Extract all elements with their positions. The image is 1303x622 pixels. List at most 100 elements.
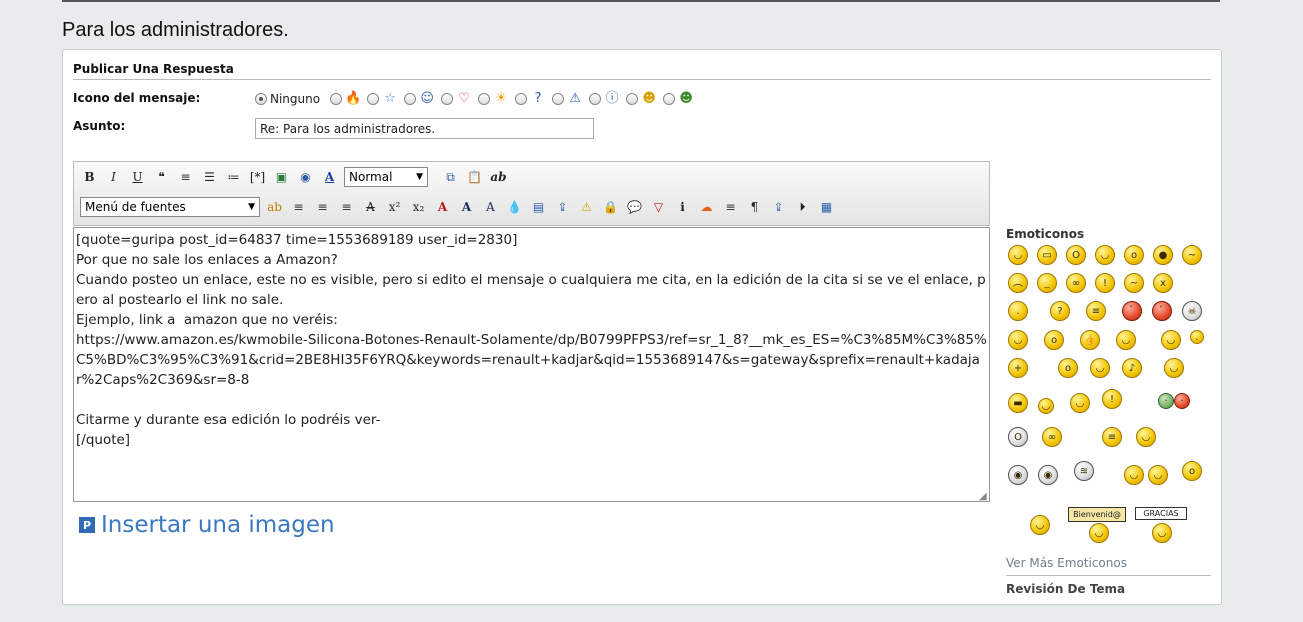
embarrassed-emoticon[interactable]: · [1174,393,1190,409]
play-icon[interactable]: ⏵ [793,198,812,217]
walk-emoticon[interactable]: ◡ [1030,515,1050,535]
thanks-face-emoticon[interactable]: ◡ [1152,523,1172,543]
info-block-icon[interactable]: ℹ [673,198,692,217]
radio-grin[interactable] [663,93,676,105]
icon-option-question[interactable]: ? [515,91,546,107]
speech-bubble-icon[interactable]: 💬 [625,198,644,217]
group-two-emoticon[interactable]: ◡ [1148,465,1168,485]
superscript-icon[interactable]: x² [385,198,404,217]
paragraph-icon[interactable]: ¶ [745,198,764,217]
paste-icon[interactable]: 📋 [465,168,484,187]
ok-emoticon[interactable]: ◡ [1136,427,1156,447]
angry-emoticon[interactable]: ﾞ [1152,301,1172,321]
radio-heart[interactable] [441,93,454,105]
review-topic-heading[interactable]: Revisión De Tema [1006,582,1125,596]
radio-wink[interactable] [626,93,639,105]
justify-icon[interactable]: ≡ [721,198,740,217]
rolleyes-emoticon[interactable]: ∞ [1066,273,1086,293]
lock-icon[interactable]: 🔒 [601,198,620,217]
whistle-emoticon[interactable]: o [1044,330,1064,350]
bold-button[interactable]: B [80,168,99,187]
icon-option-warning[interactable]: ⚠ [552,91,583,107]
underline-button[interactable]: U [128,168,147,187]
player-one-emoticon[interactable]: ◉ [1008,465,1028,485]
cheer-emoticon[interactable]: ◡ [1164,358,1184,378]
radio-none[interactable] [255,93,267,105]
upload-icon[interactable]: ⇪ [553,198,572,217]
gradient-icon[interactable]: ▤ [529,198,548,217]
icon-option-none[interactable]: Ninguno [255,92,324,106]
highlight-icon[interactable]: ab [265,198,284,217]
radio-warning[interactable] [552,93,565,105]
sad-emoticon[interactable]: ︵ [1008,273,1028,293]
image-icon[interactable]: ▣ [272,168,291,187]
bullet-list-icon[interactable]: ☰ [200,168,219,187]
blush-emoticon[interactable]: ◡ [1038,398,1054,414]
cool-emoticon[interactable]: ▬ [1008,393,1028,413]
look-emoticon[interactable]: o [1182,461,1202,481]
group-emoticon[interactable]: ◡ [1124,465,1144,485]
icon-option-sun[interactable]: ☀ [478,91,509,107]
more-emoticons-link[interactable]: Ver Más Emoticonos [1006,556,1127,570]
blah-emoticon[interactable]: ≡ [1086,301,1106,321]
mad-emoticon[interactable]: ﾞ [1122,301,1142,321]
think-emoticon[interactable]: ? [1050,301,1070,321]
laugh-emoticon[interactable]: O [1066,245,1086,265]
radio-fire[interactable] [330,93,343,105]
cry-emoticon[interactable]: ~ [1124,273,1144,293]
icon-option-wink[interactable]: ☻ [626,91,657,107]
welcome-sign-emoticon[interactable]: Bienvenid@ [1068,507,1126,522]
fan-emoticon[interactable]: ≋ [1074,461,1094,481]
font-menu-select[interactable]: Menú de fuentes ▼ [80,197,260,217]
read-emoticon[interactable]: ≡ [1102,427,1122,447]
radio-question[interactable] [515,93,528,105]
insert-image-link[interactable]: P Insertar una imagen [79,512,335,538]
align-center-icon[interactable]: ≡ [313,198,332,217]
dance-emoticon[interactable]: ◡ [1070,393,1090,413]
grin-emoticon[interactable]: ▭ [1037,245,1057,265]
shocked-emoticon[interactable]: ● [1153,245,1173,265]
resize-handle-icon[interactable]: ◢ [979,492,989,502]
code-icon[interactable]: ≡ [176,168,195,187]
font-shadow-icon[interactable]: A [481,198,500,217]
happy-emoticon[interactable]: ◡ [1095,245,1115,265]
smile-emoticon[interactable]: ◡ [1008,245,1028,265]
quote-icon[interactable]: ❝ [152,168,171,187]
surprise-emoticon[interactable]: ! [1095,273,1115,293]
icon-option-info[interactable]: ⓘ [589,91,620,107]
font-size-up-icon[interactable]: A [457,198,476,217]
plus-one-emoticon[interactable]: + [1008,358,1028,378]
small-smile-emoticon[interactable]: . [1190,330,1204,344]
thumbsup-emoticon[interactable]: 👍 [1080,330,1100,350]
welcome-face-emoticon[interactable]: ◡ [1089,523,1109,543]
align-right-icon[interactable]: ≡ [337,198,356,217]
soundcloud-icon[interactable]: ☁ [697,198,716,217]
radio-star[interactable] [367,93,380,105]
subject-input[interactable] [255,118,594,139]
radio-face[interactable] [404,93,417,105]
subscript-icon[interactable]: x₂ [409,198,428,217]
music-emoticon[interactable]: ♪ [1122,358,1142,378]
search-emoticon[interactable]: o [1058,358,1078,378]
scream-emoticon[interactable]: O [1008,427,1028,447]
sleep-emoticon[interactable]: . [1008,301,1028,321]
icon-option-heart[interactable]: ♡ [441,91,472,107]
icon-option-grin[interactable]: ☻ [663,91,694,107]
wink-emoticon[interactable]: ◡ [1008,330,1028,350]
spellcheck-button[interactable]: ab [489,168,508,187]
confused-emoticon[interactable]: ~ [1182,245,1202,265]
radio-sun[interactable] [478,93,491,105]
sick-emoticon[interactable]: · [1158,393,1174,409]
player-two-emoticon[interactable]: ◉ [1038,465,1058,485]
align-left-icon[interactable]: ≡ [289,198,308,217]
spoiler-icon[interactable]: ▽ [649,198,668,217]
warning-icon[interactable]: ⚠ [577,198,596,217]
clap-emoticon[interactable]: ◡ [1116,330,1136,350]
wave-emoticon[interactable]: ◡ [1090,358,1110,378]
font-color-icon[interactable]: A [320,168,339,187]
skull-emoticon[interactable]: ☠ [1182,301,1202,321]
link-icon[interactable]: ◉ [296,168,315,187]
drop-icon[interactable]: 💧 [505,198,524,217]
eek-emoticon[interactable]: o [1124,245,1144,265]
angel-emoticon[interactable]: ◡ [1161,330,1181,350]
